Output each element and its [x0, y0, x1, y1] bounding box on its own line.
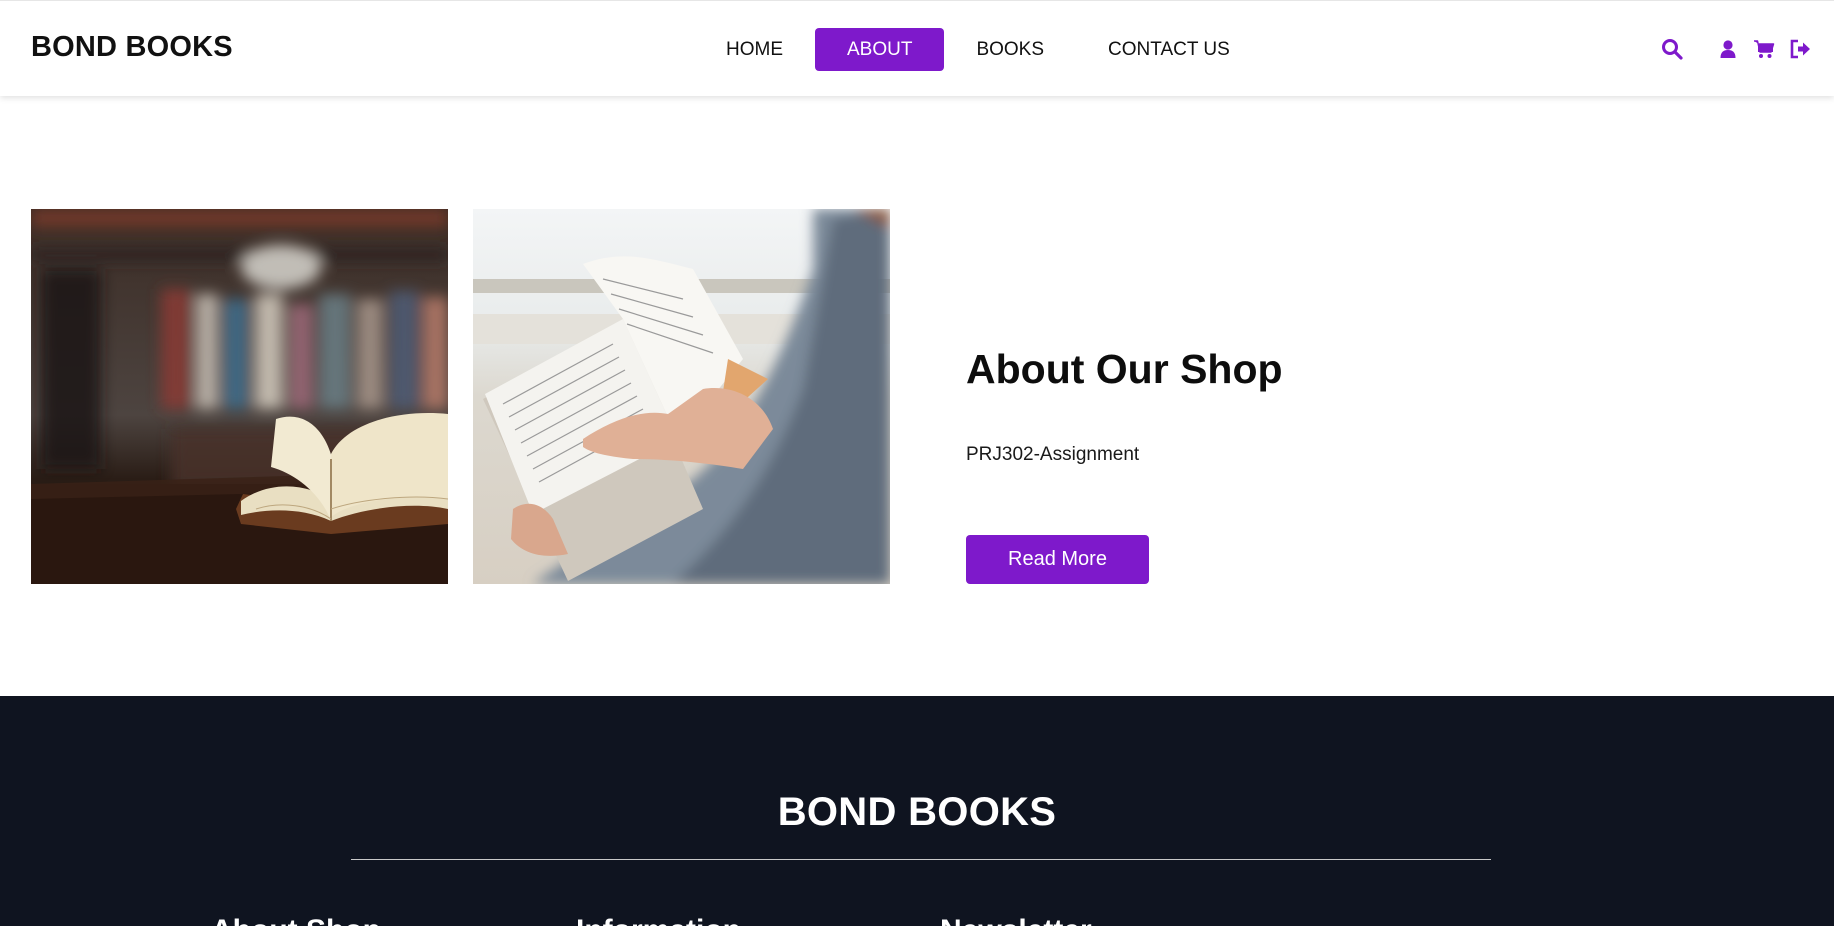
reading-book-photo: [473, 209, 890, 584]
nav-about[interactable]: ABOUT: [815, 28, 945, 71]
main-nav: HOME ABOUT BOOKS CONTACT US: [694, 28, 1262, 71]
footer-column-newsletter: Newsletter: [940, 914, 1092, 926]
about-title: About Our Shop: [966, 346, 1283, 392]
logout-icon[interactable]: [1788, 37, 1812, 61]
site-header: BOND BOOKS HOME ABOUT BOOKS CONTACT US: [0, 0, 1834, 96]
read-more-button[interactable]: Read More: [966, 535, 1149, 584]
site-footer: BOND BOOKS About Shop Information Newsle…: [0, 696, 1834, 926]
nav-home[interactable]: HOME: [694, 28, 815, 71]
about-description: PRJ302-Assignment: [966, 444, 1140, 465]
footer-column-information: Information: [576, 914, 741, 926]
brand-logo[interactable]: BOND BOOKS: [31, 31, 233, 64]
header-icons: [1660, 37, 1812, 61]
footer-column-about-shop: About Shop: [211, 914, 381, 926]
nav-contact-us[interactable]: CONTACT US: [1076, 28, 1262, 71]
cart-icon[interactable]: [1752, 37, 1776, 61]
search-icon[interactable]: [1660, 37, 1684, 61]
open-book-on-table-photo: [31, 209, 448, 584]
footer-brand: BOND BOOKS: [777, 790, 1057, 834]
footer-divider: [351, 859, 1491, 860]
user-icon[interactable]: [1716, 37, 1740, 61]
nav-books[interactable]: BOOKS: [944, 28, 1076, 71]
